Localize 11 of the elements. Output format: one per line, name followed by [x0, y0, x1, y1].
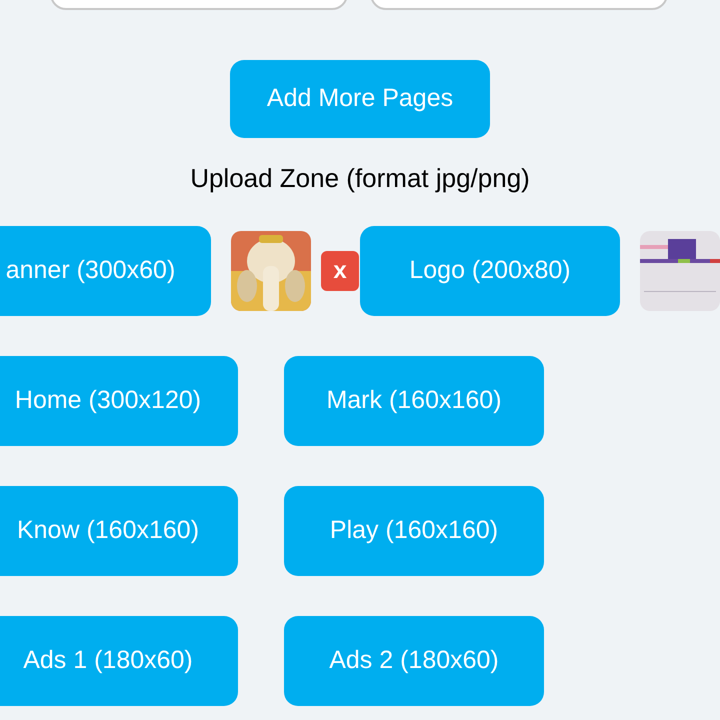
upload-button[interactable]: Ads 1 (180x60) [0, 616, 238, 706]
upload-button[interactable]: Home (300x120) [0, 356, 238, 446]
upload-button[interactable]: anner (300x60) [0, 226, 211, 316]
upload-button[interactable]: Know (160x160) [0, 486, 238, 576]
upload-button[interactable]: Ads 2 (180x60) [284, 616, 544, 706]
upload-button[interactable]: Play (160x160) [284, 486, 544, 576]
add-pages-button[interactable]: Add More Pages [230, 60, 490, 138]
remove-button[interactable]: x [321, 251, 359, 291]
upload-button[interactable]: Mark (160x160) [284, 356, 544, 446]
upload-button[interactable]: Logo (200x80) [360, 226, 620, 316]
upload-zone-label: Upload Zone (format jpg/png) [189, 163, 531, 193]
